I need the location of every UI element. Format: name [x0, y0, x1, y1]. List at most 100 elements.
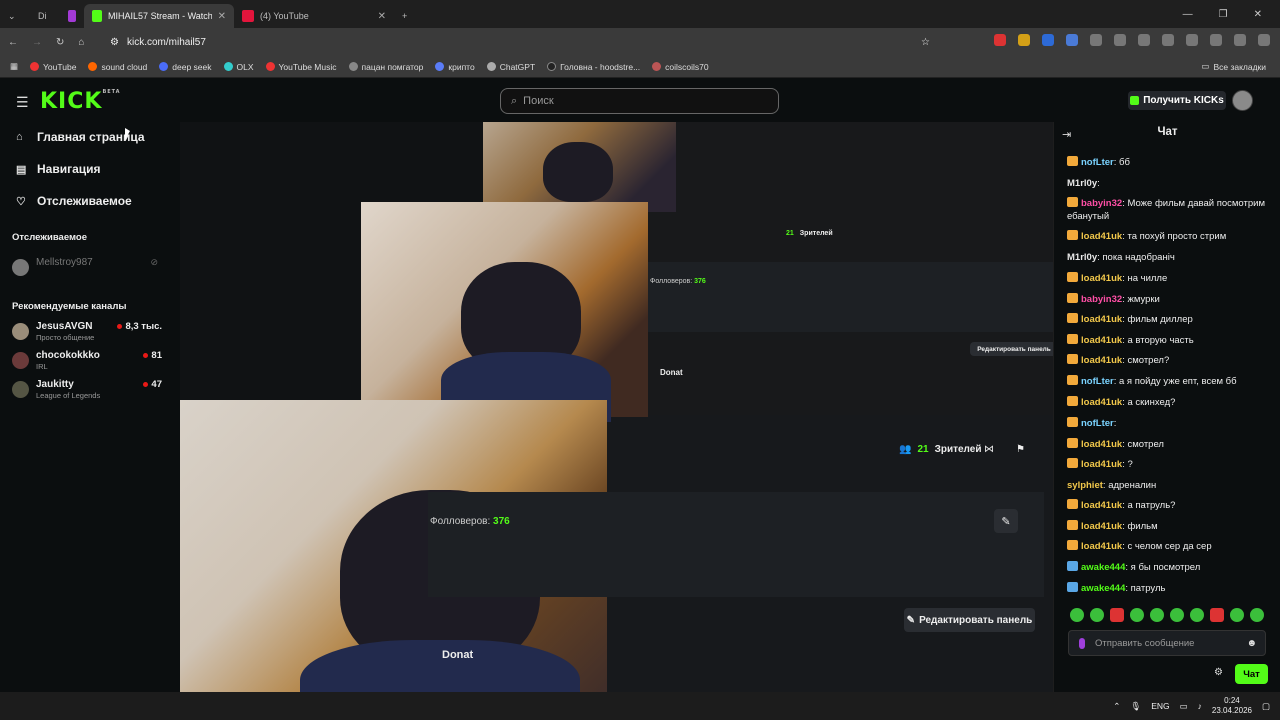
chat-username[interactable]: M1rl0y: [1067, 178, 1097, 189]
close-icon[interactable]: ✕: [218, 11, 226, 22]
minimize-icon[interactable]: —: [1183, 9, 1193, 20]
recommended-channel[interactable]: JesusAVGN Просто общение 8,3 тыс.: [12, 321, 162, 345]
network-icon[interactable]: ▭: [1180, 701, 1188, 712]
emote-icon[interactable]: [1170, 608, 1184, 622]
link-icon[interactable]: [1162, 34, 1174, 46]
kick-logo[interactable]: KICKBETA: [40, 89, 121, 114]
wallet-icon[interactable]: [1138, 34, 1150, 46]
hamburger-menu-icon[interactable]: ☰: [16, 94, 29, 111]
tab-pinned[interactable]: [60, 4, 84, 28]
bookmark-item[interactable]: coilscoils70: [652, 62, 709, 72]
extension-icon[interactable]: [994, 34, 1006, 46]
emote-icon[interactable]: [1090, 608, 1104, 622]
bookmark-item[interactable]: YouTube Music: [265, 62, 337, 72]
nested-viewers: 21 Зрителей: [786, 230, 833, 237]
chat-username[interactable]: babyin32: [1081, 198, 1122, 209]
chat-username[interactable]: nofLter: [1081, 418, 1114, 429]
bookmark-item[interactable]: sound cloud: [88, 62, 147, 72]
user-avatar[interactable]: [1232, 90, 1253, 111]
maximize-icon[interactable]: ❐: [1219, 9, 1228, 20]
star-icon[interactable]: [1210, 34, 1222, 46]
chat-username[interactable]: M1rl0y: [1067, 252, 1097, 263]
new-tab-button[interactable]: +: [394, 4, 418, 28]
chat-username[interactable]: nofLter: [1081, 157, 1114, 168]
get-kicks-button[interactable]: Получить KICKs: [1128, 91, 1226, 110]
chat-username[interactable]: load41uk: [1081, 273, 1122, 284]
tab-list-button[interactable]: ⌄: [0, 4, 30, 28]
home-icon[interactable]: ⌂: [78, 37, 84, 48]
chat-username[interactable]: load41uk: [1081, 541, 1122, 552]
language-indicator[interactable]: ENG: [1151, 701, 1169, 711]
chat-input[interactable]: Отправить сообщение ☻: [1068, 630, 1266, 656]
close-icon[interactable]: ✕: [378, 11, 386, 22]
bookmark-item[interactable]: пацан помгатор: [348, 62, 423, 72]
chat-username[interactable]: load41uk: [1081, 500, 1122, 511]
search-input[interactable]: ⌕ Поиск: [500, 88, 779, 114]
back-icon[interactable]: ←: [8, 37, 18, 48]
chat-username[interactable]: babyin32: [1081, 294, 1122, 305]
following-channel[interactable]: Mellstroy987 ⊘: [12, 257, 162, 281]
reload-icon[interactable]: ↻: [56, 37, 64, 48]
extension-icon[interactable]: [1066, 34, 1078, 46]
clock[interactable]: 0:24 23.04.2026: [1212, 696, 1252, 716]
bookmark-item[interactable]: OLX: [223, 62, 254, 72]
share-icon[interactable]: ⋈: [984, 444, 994, 455]
notifications-icon[interactable]: ▢: [1262, 701, 1270, 712]
edit-panel-button[interactable]: ✎ Редактировать панель: [904, 608, 1035, 632]
chat-username[interactable]: awake444: [1081, 562, 1125, 573]
emote-icon[interactable]: [1190, 608, 1204, 622]
emote-icon[interactable]: [1250, 608, 1264, 622]
all-bookmarks[interactable]: ▭ Все закладки: [1201, 61, 1266, 72]
chat-username[interactable]: load41uk: [1081, 314, 1122, 325]
chat-username[interactable]: load41uk: [1081, 231, 1122, 242]
puzzle-icon[interactable]: [1090, 34, 1102, 46]
chat-username[interactable]: load41uk: [1081, 397, 1122, 408]
menu-icon[interactable]: [1258, 34, 1270, 46]
chat-username[interactable]: load41uk: [1081, 459, 1122, 470]
url-field[interactable]: ⚙ kick.com/mihail57 ☆: [110, 34, 930, 51]
emote-icon[interactable]: [1110, 608, 1124, 622]
volume-icon[interactable]: ♪: [1198, 701, 1202, 711]
emote-icon[interactable]: [1230, 608, 1244, 622]
sidebar-item-browse[interactable]: ▤ Навигация: [16, 162, 101, 176]
media-icon[interactable]: [1114, 34, 1126, 46]
bookmark-item[interactable]: крипто: [435, 62, 475, 72]
site-settings-icon[interactable]: ⚙: [110, 37, 119, 48]
bookmark-star-icon[interactable]: ☆: [921, 37, 930, 48]
bookmark-item[interactable]: YouTube: [30, 62, 76, 72]
chat-username[interactable]: nofLter: [1081, 376, 1114, 387]
location-icon[interactable]: [1186, 34, 1198, 46]
bookmark-item[interactable]: Головна - hoodstre...: [547, 62, 640, 72]
tab-kick-stream[interactable]: MIHAIL57 Stream - Watch Live ✕: [84, 4, 234, 28]
emote-icon[interactable]: [1210, 608, 1224, 622]
tab-di[interactable]: Di: [30, 4, 60, 28]
apps-icon[interactable]: ▦: [10, 61, 18, 72]
emoji-icon[interactable]: ☻: [1246, 638, 1257, 649]
recommended-channel[interactable]: chocokokkko IRL 81: [12, 350, 162, 374]
emote-icon[interactable]: [1130, 608, 1144, 622]
gear-icon[interactable]: ⚙: [1214, 667, 1223, 678]
user-settings-icon[interactable]: ⚑: [1016, 444, 1025, 455]
bookmark-item[interactable]: deep seek: [159, 62, 212, 72]
extension-icon[interactable]: [1042, 34, 1054, 46]
chat-username[interactable]: awake444: [1081, 583, 1125, 594]
forward-icon[interactable]: →: [32, 37, 42, 48]
emote-icon[interactable]: [1150, 608, 1164, 622]
close-window-icon[interactable]: ✕: [1254, 9, 1262, 20]
chat-username[interactable]: load41uk: [1081, 355, 1122, 366]
chat-username[interactable]: sylphiet: [1067, 480, 1103, 491]
sidebar-item-following[interactable]: ♡ Отслеживаемое: [16, 194, 132, 208]
send-chat-button[interactable]: Чат: [1235, 664, 1268, 684]
recommended-channel[interactable]: Jaukitty League of Legends 47: [12, 379, 162, 403]
chevron-up-icon[interactable]: ⌃: [1113, 701, 1120, 712]
chat-username[interactable]: load41uk: [1081, 439, 1122, 450]
chat-username[interactable]: load41uk: [1081, 521, 1122, 532]
mic-icon[interactable]: 🎙: [1130, 701, 1141, 712]
tab-youtube[interactable]: (4) YouTube ✕: [234, 4, 394, 28]
bookmark-item[interactable]: ChatGPT: [486, 62, 535, 72]
edit-pencil-button[interactable]: ✎: [994, 509, 1018, 533]
extension-icon[interactable]: [1018, 34, 1030, 46]
profile-icon[interactable]: [1234, 34, 1246, 46]
chat-username[interactable]: load41uk: [1081, 335, 1122, 346]
emote-icon[interactable]: [1070, 608, 1084, 622]
